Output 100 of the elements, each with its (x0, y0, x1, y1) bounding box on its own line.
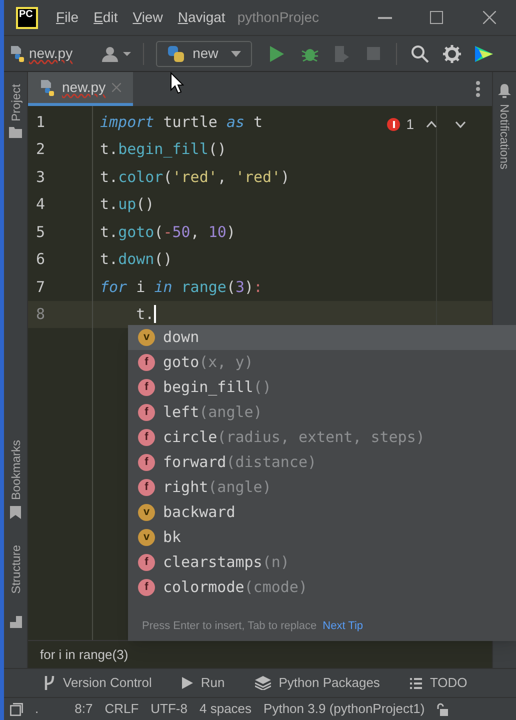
completion-item[interactable]: f goto(x, y) (128, 350, 516, 375)
side-tab[interactable]: Project (6, 84, 24, 122)
status-item[interactable]: 4 spaces (200, 699, 252, 719)
function-badge: f (138, 379, 155, 396)
more-icon[interactable] (476, 81, 480, 97)
bell-icon[interactable] (498, 84, 511, 98)
side-tab[interactable]: Structure (6, 545, 24, 594)
function-badge: f (138, 454, 155, 471)
folder-icon (9, 127, 22, 138)
completion-item[interactable]: f forward(distance) (128, 450, 516, 475)
status-item[interactable]: . (35, 699, 39, 719)
code-line: for i in range(3): (100, 276, 263, 298)
completion-item[interactable]: f colormode(cmode) (128, 575, 516, 600)
run-config-dropdown[interactable]: new (156, 40, 252, 66)
completion-text: left(angle) (163, 402, 262, 424)
mouse-pointer-icon (170, 72, 184, 94)
plugin-logo-icon[interactable] (474, 44, 493, 64)
search-icon[interactable] (410, 44, 429, 62)
completion-item[interactable]: v down (128, 325, 516, 350)
completion-text: right(angle) (163, 477, 272, 498)
python-file-icon (10, 44, 26, 62)
python-file-icon (40, 78, 56, 96)
variable-badge: v (138, 529, 155, 546)
window-title: pythonProjec (237, 8, 320, 27)
hint-text: Press Enter to insert, Tab to replace (142, 618, 317, 634)
completion-item[interactable]: v backward (128, 500, 516, 525)
file-breadcrumb[interactable]: new.py (29, 43, 73, 64)
completion-text: backward (163, 502, 236, 524)
code-line: t.up() (100, 194, 154, 215)
maximize-icon[interactable] (430, 11, 443, 24)
tool-window-button[interactable]: Version Control (44, 673, 152, 693)
list-icon (410, 678, 422, 688)
menu-item[interactable]: File (56, 7, 79, 28)
completion-text: circle(radius, extent, steps) (163, 427, 425, 448)
completion-text: forward(distance) (163, 452, 317, 474)
line-number: 5 (35, 222, 46, 242)
layers-icon (254, 676, 271, 690)
error-icon (387, 118, 400, 131)
line-number: 3 (35, 166, 46, 188)
run-icon[interactable] (270, 46, 284, 62)
status-item[interactable]: UTF-8 (150, 699, 188, 719)
function-badge: f (138, 429, 155, 446)
code-line: t.goto(-50, 10) (100, 222, 236, 242)
line-number: 8 (35, 304, 46, 325)
app-logo: PC (16, 6, 38, 28)
completion-text: down (163, 327, 200, 348)
code-line: t. (135, 304, 154, 325)
problem-count[interactable]: 1 (406, 114, 414, 135)
status-item[interactable]: 8:7 (74, 699, 93, 719)
completion-text: clearstamps(n) (163, 552, 290, 574)
completion-text: goto(x, y) (163, 352, 254, 374)
variable-badge: v (138, 504, 155, 521)
status-item[interactable]: CRLF (104, 699, 139, 719)
completion-item[interactable]: f circle(radius, extent, steps) (128, 425, 516, 450)
function-badge: f (138, 479, 155, 496)
tool-window-button[interactable]: Python Packages (254, 673, 380, 693)
layout-icon[interactable] (10, 616, 22, 628)
line-number: 7 (35, 276, 46, 298)
close-icon[interactable] (483, 11, 496, 24)
panel-toggle-icon[interactable] (10, 702, 23, 716)
function-badge: f (138, 354, 155, 371)
chevron-down-icon[interactable] (455, 121, 466, 128)
completion-text: begin_fill() (163, 377, 272, 398)
caret-icon (230, 50, 241, 56)
side-tab[interactable]: Bookmarks (6, 440, 24, 500)
code-line: t.color('red', 'red') (100, 166, 290, 188)
completion-item[interactable]: f right(angle) (128, 475, 516, 500)
next-tip-link[interactable]: Next Tip (322, 618, 364, 634)
status-item[interactable]: Python 3.9 (pythonProject1) (264, 699, 425, 719)
completion-text: bk (163, 527, 182, 548)
chevron-up-icon[interactable] (426, 121, 437, 128)
code-line: import turtle as t (100, 112, 263, 132)
code-line: t.down() (100, 249, 172, 270)
completion-text: colormode(cmode) (163, 577, 308, 598)
branch-icon (44, 676, 55, 690)
function-badge: f (138, 579, 155, 596)
lock-icon[interactable] (436, 702, 448, 716)
settings-icon[interactable] (442, 44, 461, 62)
function-badge: f (138, 554, 155, 571)
play-icon (182, 677, 193, 689)
menu-item[interactable]: View (132, 7, 163, 28)
code-line: t.begin_fill() (100, 139, 226, 160)
minimize-icon[interactable] (378, 16, 392, 18)
line-number: 4 (35, 194, 46, 215)
completion-item[interactable]: f begin_fill() (128, 375, 516, 400)
menu-item[interactable]: Navigat (178, 7, 226, 28)
completion-item[interactable]: f left(angle) (128, 400, 516, 425)
user-icon[interactable] (100, 46, 131, 62)
side-tab[interactable]: Notifications (496, 104, 514, 170)
completion-item[interactable]: v bk (128, 525, 516, 550)
completion-item[interactable]: f clearstamps(n) (128, 550, 516, 575)
code-breadcrumb[interactable]: for i in range(3) (40, 644, 128, 664)
menu-item[interactable]: Edit (94, 7, 118, 28)
editor-tab[interactable]: new.py (28, 72, 133, 106)
function-badge: f (138, 404, 155, 421)
bookmark-icon (10, 506, 21, 520)
text-cursor (154, 305, 156, 324)
tool-window-button[interactable]: Run (182, 673, 225, 693)
python-icon (166, 44, 185, 62)
tool-window-button[interactable]: TODO (410, 673, 468, 693)
